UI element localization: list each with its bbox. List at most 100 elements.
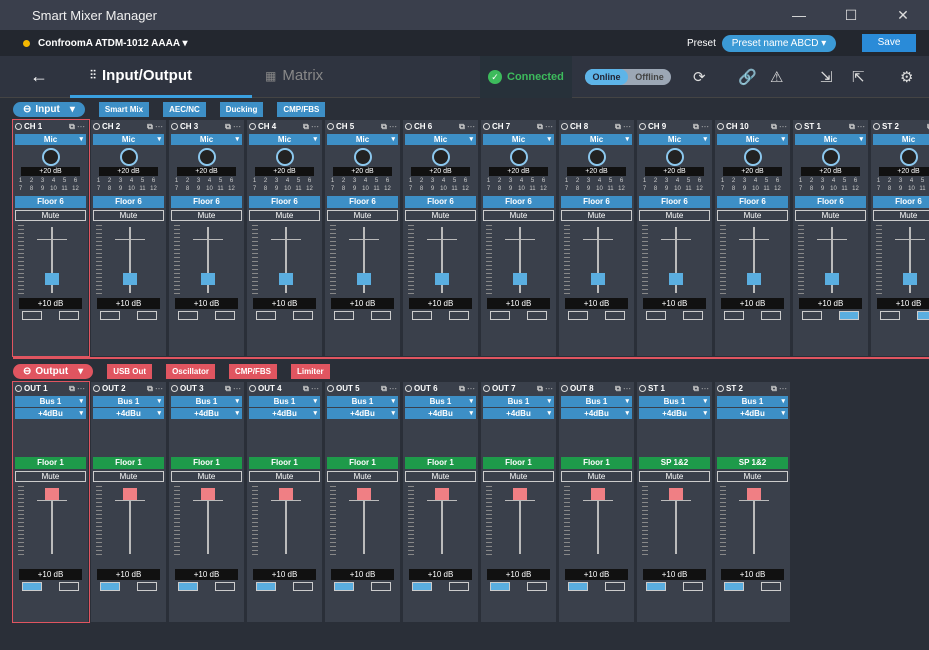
mute-button[interactable]: Mute [93, 210, 164, 221]
zone-button[interactable]: Floor 1 [171, 457, 242, 469]
route-toggle[interactable]: 9 [427, 185, 438, 193]
source-dropdown[interactable]: Mic [327, 134, 398, 145]
edit-icon[interactable]: ⧉ ⋯ [69, 122, 85, 132]
meter-up-button[interactable] [137, 311, 158, 320]
zone-button[interactable]: Floor 6 [795, 196, 866, 208]
device-selector[interactable]: ConfroomA ATDM-1012 AAAA ▾ [38, 38, 187, 49]
route-toggle[interactable]: 8 [884, 185, 895, 193]
channel-select-radio[interactable] [171, 385, 178, 392]
level-dropdown[interactable]: +4dBu [249, 408, 320, 419]
meter-down-button[interactable] [99, 582, 120, 591]
mute-button[interactable]: Mute [483, 210, 554, 221]
mute-button[interactable]: Mute [171, 210, 242, 221]
meter-down-button[interactable] [801, 311, 822, 320]
meter-down-button[interactable] [21, 582, 42, 591]
zone-button[interactable]: Floor 6 [249, 196, 320, 208]
route-toggle[interactable]: 8 [338, 185, 349, 193]
level-dropdown[interactable]: +4dBu [639, 408, 710, 419]
channel-select-radio[interactable] [93, 123, 100, 130]
route-toggle[interactable]: 8 [728, 185, 739, 193]
meter-up-button[interactable] [293, 311, 314, 320]
bus-dropdown[interactable]: Bus 1 [171, 396, 242, 407]
route-toggle[interactable]: 4 [516, 177, 527, 185]
route-toggle[interactable]: 9 [505, 185, 516, 193]
route-toggle[interactable]: 12 [70, 185, 81, 193]
limiter-button[interactable]: Limiter [290, 363, 330, 379]
route-toggle[interactable]: 5 [839, 177, 850, 185]
fader-handle[interactable] [513, 272, 527, 285]
tab-input-output[interactable]: ⫶⫶ Input/Output [90, 67, 192, 84]
route-toggle[interactable]: 6 [226, 177, 237, 185]
gain-knob[interactable] [431, 148, 450, 166]
edit-icon[interactable]: ⧉ ⋯ [225, 384, 241, 394]
source-dropdown[interactable]: Mic [873, 134, 929, 145]
source-dropdown[interactable]: Mic [93, 134, 164, 145]
bus-dropdown[interactable]: Bus 1 [639, 396, 710, 407]
route-toggle[interactable]: 7 [639, 185, 650, 193]
route-toggle[interactable]: 6 [616, 177, 627, 185]
level-dropdown[interactable]: +4dBu [93, 408, 164, 419]
level-dropdown[interactable]: +4dBu [717, 408, 788, 419]
route-toggle[interactable]: 3 [583, 177, 594, 185]
meter-down-button[interactable] [567, 311, 588, 320]
meter-up-button[interactable] [839, 311, 860, 320]
mute-button[interactable]: Mute [249, 210, 320, 221]
route-toggle[interactable]: 1 [171, 177, 182, 185]
channel-select-radio[interactable] [873, 123, 880, 130]
fader-handle[interactable] [747, 272, 761, 285]
mute-button[interactable]: Mute [15, 210, 86, 221]
channel-select-radio[interactable] [15, 385, 22, 392]
route-toggle[interactable]: 6 [850, 177, 861, 185]
route-toggle[interactable]: 1 [93, 177, 104, 185]
meter-up-button[interactable] [371, 582, 392, 591]
source-dropdown[interactable]: Mic [795, 134, 866, 145]
gain-knob[interactable] [821, 148, 840, 166]
route-toggle[interactable]: 2 [416, 177, 427, 185]
route-toggle[interactable]: 10 [438, 185, 449, 193]
route-toggle[interactable]: 4 [828, 177, 839, 185]
input-selector[interactable]: ⊖ Input ▾ [13, 101, 85, 117]
level-dropdown[interactable]: +4dBu [171, 408, 242, 419]
route-toggle[interactable]: 10 [48, 185, 59, 193]
gain-knob[interactable] [41, 148, 60, 166]
bus-dropdown[interactable]: Bus 1 [249, 396, 320, 407]
source-dropdown[interactable]: Mic [405, 134, 476, 145]
route-toggle[interactable]: 9 [193, 185, 204, 193]
route-toggle[interactable]: 3 [661, 177, 672, 185]
route-toggle[interactable]: 5 [605, 177, 616, 185]
route-toggle[interactable]: 4 [204, 177, 215, 185]
route-toggle[interactable]: 1 [561, 177, 572, 185]
route-toggle[interactable]: 3 [895, 177, 906, 185]
back-arrow-icon[interactable]: ← [30, 66, 48, 87]
fader-handle[interactable] [201, 488, 215, 500]
edit-icon[interactable]: ⧉ ⋯ [849, 122, 865, 132]
zone-button[interactable]: SP 1&2 [717, 457, 788, 469]
meter-up-button[interactable] [761, 311, 782, 320]
meter-up-button[interactable] [215, 311, 236, 320]
route-toggle[interactable]: 5 [137, 177, 148, 185]
route-toggle[interactable]: 11 [449, 185, 460, 193]
route-toggle[interactable]: 9 [271, 185, 282, 193]
mute-button[interactable]: Mute [327, 210, 398, 221]
gain-knob[interactable] [743, 148, 762, 166]
fader-handle[interactable] [123, 488, 137, 500]
fader-handle[interactable] [123, 272, 137, 285]
mute-button[interactable]: Mute [717, 471, 788, 482]
route-toggle[interactable]: 12 [616, 185, 627, 193]
online-offline-toggle[interactable]: Online Offline [585, 69, 671, 85]
route-toggle[interactable]: 11 [59, 185, 70, 193]
route-toggle[interactable]: 8 [806, 185, 817, 193]
route-toggle[interactable]: 5 [449, 177, 460, 185]
route-toggle[interactable]: 7 [327, 185, 338, 193]
zone-button[interactable]: Floor 1 [561, 457, 632, 469]
channel-select-radio[interactable] [483, 123, 490, 130]
level-dropdown[interactable]: +4dBu [405, 408, 476, 419]
meter-up-button[interactable] [527, 311, 548, 320]
gain-knob[interactable] [119, 148, 138, 166]
mute-button[interactable]: Mute [639, 471, 710, 482]
route-toggle[interactable]: 1 [327, 177, 338, 185]
meter-down-button[interactable] [489, 311, 510, 320]
route-toggle[interactable]: 6 [460, 177, 471, 185]
route-toggle[interactable]: 6 [148, 177, 159, 185]
route-toggle[interactable]: 7 [873, 185, 884, 193]
